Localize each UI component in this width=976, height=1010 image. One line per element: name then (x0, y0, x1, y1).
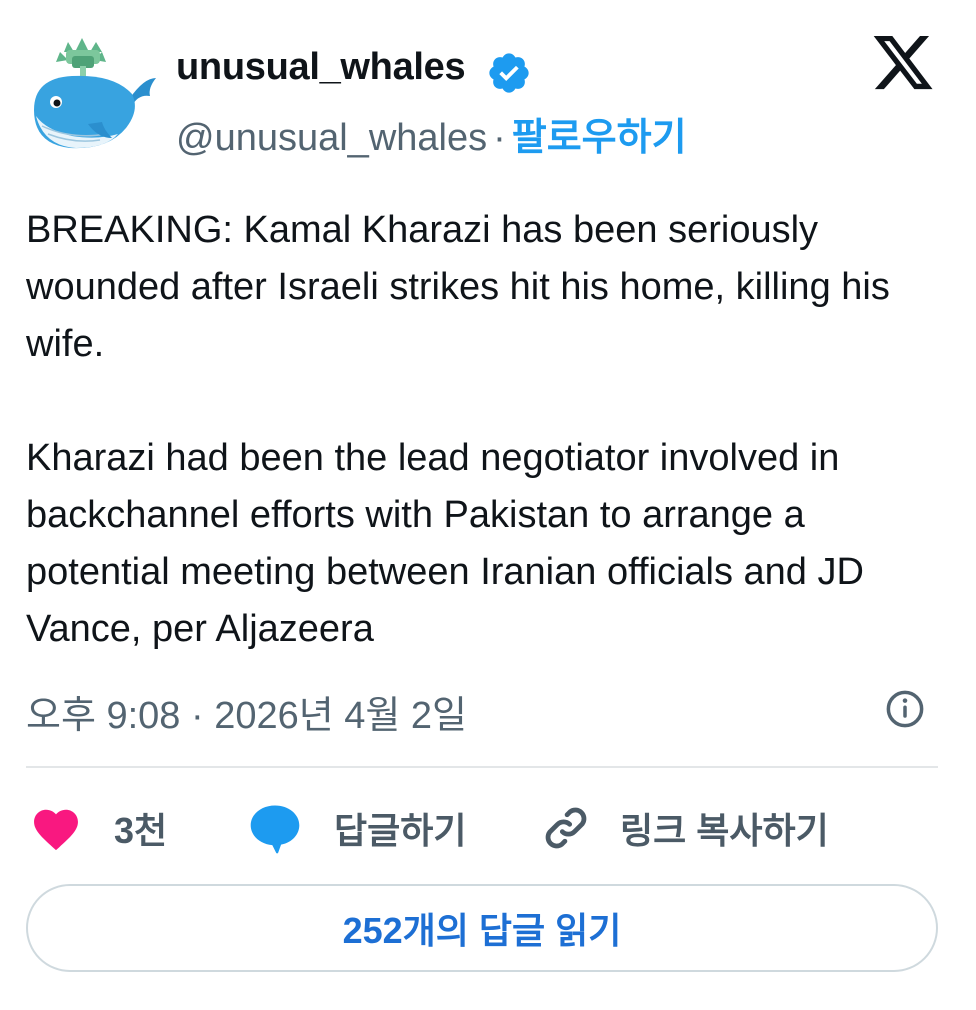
copy-link-button[interactable]: 링크 복사하기 (540, 798, 829, 858)
x-logo-icon[interactable] (870, 36, 936, 96)
author-handle[interactable]: @unusual_whales (176, 117, 487, 159)
author-display-name[interactable]: unusual_whales (176, 46, 466, 89)
author-handle-row: @unusual_whales · 팔로우하기 (176, 106, 687, 161)
read-replies-button[interactable]: 252개의 답글 읽기 (26, 884, 938, 972)
speech-bubble-icon (250, 805, 300, 854)
like-count: 3천 (114, 810, 168, 851)
separator-dot: · (493, 117, 506, 159)
embedded-tweet-card: unusual_whales @unusual_whales · 팔로우하기 BRE… (0, 0, 976, 1010)
tweet-text: BREAKING: Kamal Kharazi has been serious… (26, 202, 956, 658)
follow-link[interactable]: 팔로우하기 (512, 117, 687, 159)
tweet-paragraph: Kharazi had been the lead negotiator inv… (26, 437, 864, 650)
whale-avatar-icon (34, 38, 156, 149)
divider (26, 766, 938, 768)
avatar[interactable] (26, 36, 160, 156)
tweet-paragraph: BREAKING: Kamal Kharazi has been serious… (26, 209, 890, 365)
heart-icon (34, 809, 78, 851)
reply-button[interactable]: 답글하기 (248, 798, 466, 858)
reply-label: 답글하기 (334, 810, 467, 851)
tweet-timestamp[interactable]: 오후 9:08 · 2026년 4월 2일 (26, 684, 467, 739)
verified-badge-icon (486, 50, 532, 96)
copy-link-label: 링크 복사하기 (620, 810, 829, 851)
like-button[interactable]: 3천 (30, 798, 167, 858)
info-icon[interactable] (884, 688, 926, 730)
link-icon (545, 807, 587, 849)
